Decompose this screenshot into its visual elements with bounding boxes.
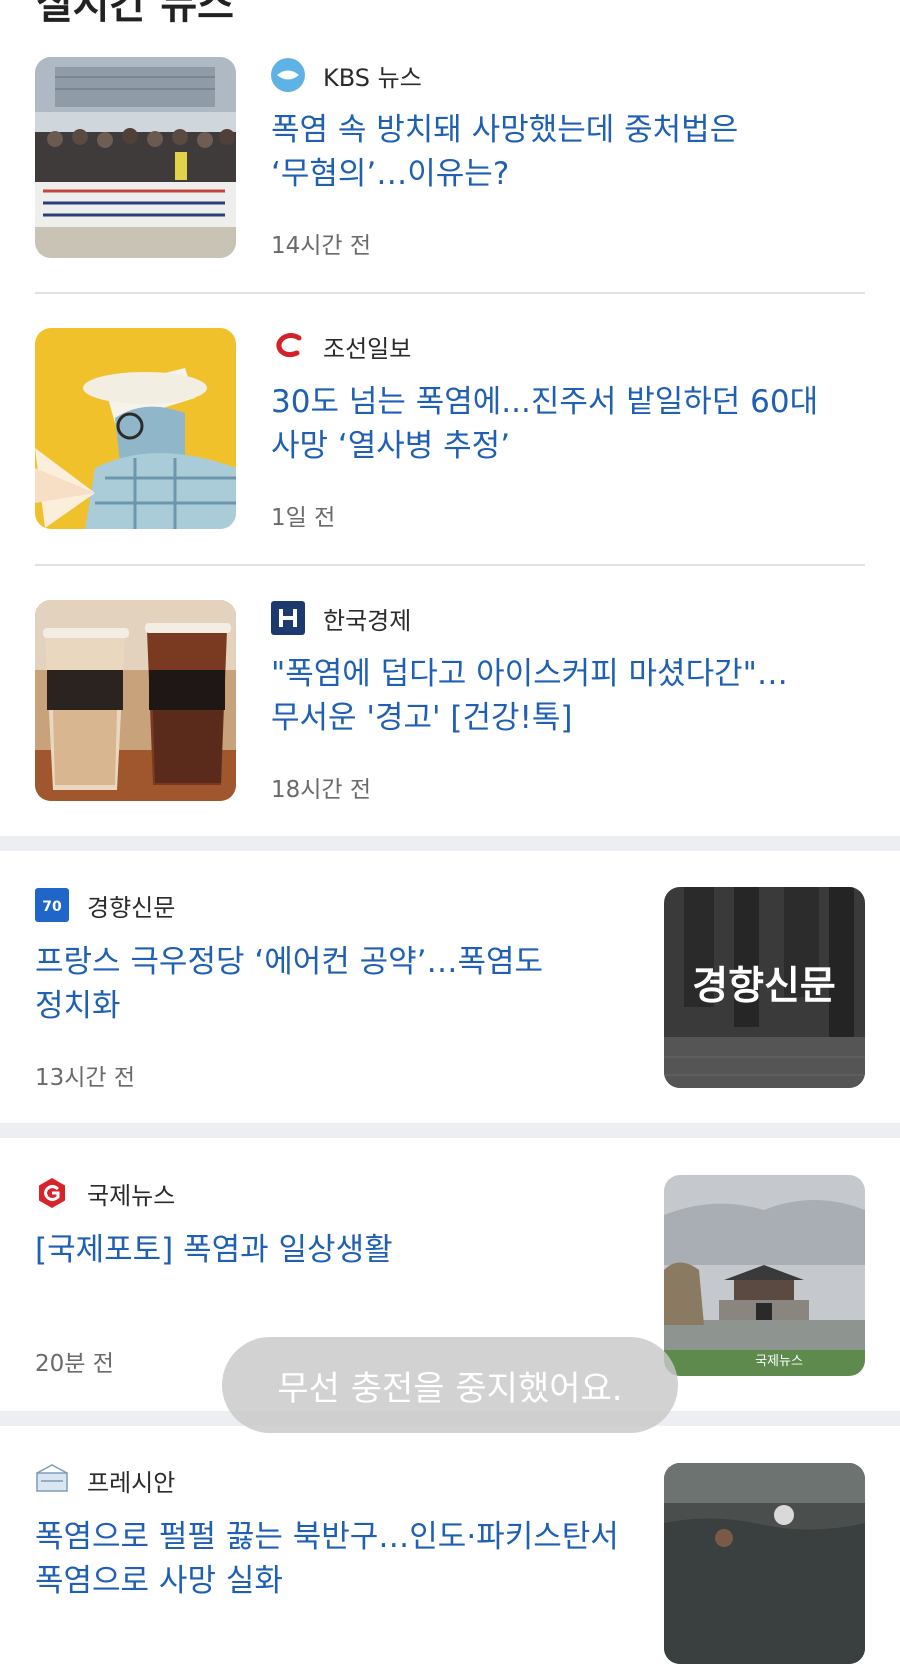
article-headline[interactable]: "폭염에 덥다고 아이스커피 마셨다간"…무서운 '경고' [건강!톡] xyxy=(271,652,866,740)
iced-coffee-image xyxy=(35,600,236,801)
svg-text:70: 70 xyxy=(42,899,62,915)
source-gukje: 국제뉴스 xyxy=(35,1176,175,1210)
kbs-logo-icon xyxy=(271,58,305,92)
thumbnail-watermark: 국제뉴스 xyxy=(755,1354,803,1369)
news-item[interactable]: 70 경향신문 프랑스 극우정당 ‘에어컨 공약’…폭염도 정치화 13시간 전… xyxy=(0,851,900,1122)
article-time: 20분 전 xyxy=(35,1351,114,1377)
kyunghyang-logo-icon: 70 xyxy=(35,888,69,922)
toast-message: 무선 충전을 중지했어요. xyxy=(277,1368,623,1409)
man-with-fan-illustration xyxy=(35,328,236,529)
chosun-logo-icon xyxy=(271,329,305,363)
news-item[interactable]: 한국경제 "폭염에 덥다고 아이스커피 마셨다간"…무서운 '경고' [건강!톡… xyxy=(0,566,900,836)
kyunghyang-placeholder-image: 경향신문 xyxy=(664,887,865,1088)
pressian-logo-icon xyxy=(35,1463,69,1497)
source-name: 한국경제 xyxy=(323,606,412,635)
news-item[interactable]: KBS 뉴스 폭염 속 방치돼 사망했는데 중처법은 ‘무혐의’…이유는? 14… xyxy=(0,0,900,292)
article-headline[interactable]: 30도 넘는 폭염에...진주서 밭일하던 60대 사망 ‘열사병 추정’ xyxy=(271,380,861,468)
source-name: 프레시안 xyxy=(87,1468,176,1497)
article-time: 13시간 전 xyxy=(35,1065,136,1091)
source-name: 조선일보 xyxy=(323,334,412,363)
source-kbs: KBS 뉴스 xyxy=(271,58,422,92)
section-gap xyxy=(0,1123,900,1138)
toast-notification: 무선 충전을 중지했어요. xyxy=(222,1337,678,1433)
thumbnail-text: 경향신문 xyxy=(692,964,836,1009)
hankyung-logo-icon xyxy=(271,601,305,635)
source-name: 경향신문 xyxy=(87,893,176,922)
source-chosun: 조선일보 xyxy=(271,329,411,363)
article-time: 18시간 전 xyxy=(271,777,372,803)
source-kyunghyang: 70 경향신문 xyxy=(35,888,175,922)
article-headline[interactable]: 폭염으로 펄펄 끓는 북반구…인도·파키스탄서 폭염으로 사망 실화 xyxy=(35,1515,625,1603)
section-gap xyxy=(0,836,900,851)
article-headline[interactable]: 프랑스 극우정당 ‘에어컨 공약’…폭염도 정치화 xyxy=(35,940,625,1028)
palace-photo-image: 국제뉴스 xyxy=(664,1175,865,1376)
article-headline[interactable]: [국제포토] 폭염과 일상생활 xyxy=(35,1228,625,1272)
protest-crowd-image xyxy=(35,57,236,258)
news-item[interactable]: 조선일보 30도 넘는 폭염에...진주서 밭일하던 60대 사망 ‘열사병 추… xyxy=(0,294,900,564)
source-pressian: 프레시안 xyxy=(35,1463,175,1497)
gukje-logo-icon xyxy=(35,1176,69,1210)
source-name: KBS 뉴스 xyxy=(323,63,422,92)
news-item[interactable]: 프레시안 폭염으로 펄펄 끓는 북반구…인도·파키스탄서 폭염으로 사망 실화 xyxy=(0,1426,900,1664)
article-time: 1일 전 xyxy=(271,505,336,531)
flood-photo-image xyxy=(664,1463,865,1664)
article-headline[interactable]: 폭염 속 방치돼 사망했는데 중처법은 ‘무혐의’…이유는? xyxy=(271,108,861,196)
source-name: 국제뉴스 xyxy=(87,1181,176,1210)
source-hankyung: 한국경제 xyxy=(271,601,411,635)
article-time: 14시간 전 xyxy=(271,233,372,259)
